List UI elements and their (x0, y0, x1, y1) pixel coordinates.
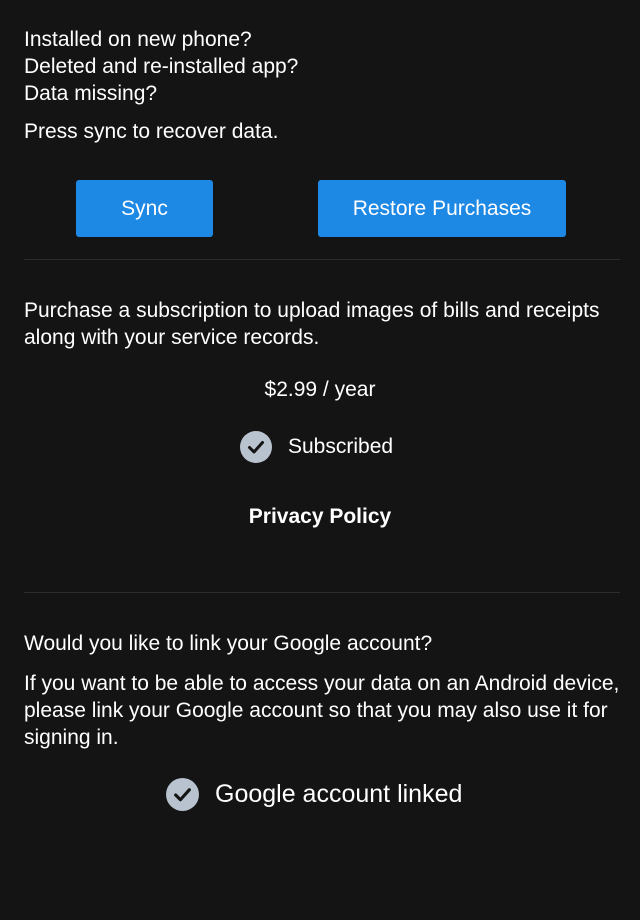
google-description: If you want to be able to access your da… (24, 672, 620, 749)
privacy-policy-link[interactable]: Privacy Policy (0, 503, 640, 530)
section-divider (24, 592, 620, 593)
settings-page: Installed on new phone? Deleted and re-i… (0, 0, 640, 920)
google-linked-label: Google account linked (215, 780, 463, 808)
subscription-description-wrap: Purchase a subscription to upload images… (24, 297, 620, 351)
google-description-wrap: If you want to be able to access your da… (24, 670, 620, 751)
sync-button[interactable]: Sync (76, 180, 213, 237)
google-question: Would you like to link your Google accou… (24, 632, 433, 655)
recovery-instruction-wrap: Press sync to recover data. (24, 118, 620, 145)
subscribed-status: Subscribed (240, 431, 393, 463)
restore-purchases-button[interactable]: Restore Purchases (318, 180, 566, 237)
google-linked-status: Google account linked (166, 778, 462, 811)
recovery-question: Data missing? (24, 82, 158, 105)
subscription-description: Purchase a subscription to upload images… (24, 299, 600, 349)
google-question-wrap: Would you like to link your Google accou… (24, 630, 620, 657)
subscription-price: $2.99 / year (264, 378, 376, 401)
recovery-instruction: Press sync to recover data. (24, 120, 279, 143)
recovery-question: Deleted and re-installed app? (24, 55, 299, 78)
section-divider (24, 259, 620, 260)
check-circle-icon (166, 778, 199, 811)
recovery-questions: Installed on new phone? Deleted and re-i… (24, 26, 620, 107)
check-circle-icon (240, 431, 272, 463)
subscribed-status-label: Subscribed (288, 435, 394, 458)
recovery-question: Installed on new phone? (24, 28, 252, 51)
